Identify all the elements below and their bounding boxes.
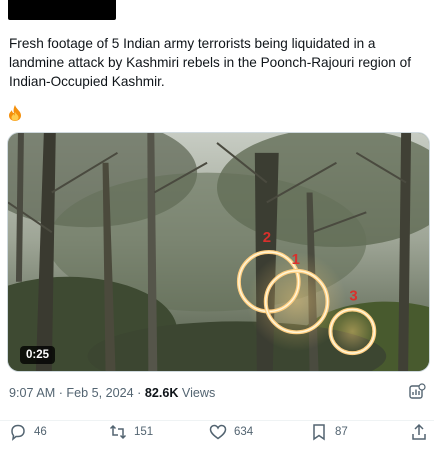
annotation-label: 1 bbox=[292, 252, 300, 268]
reply-button[interactable]: 46 bbox=[9, 423, 47, 441]
timestamp[interactable]: 9:07 AM · Feb 5, 2024 · bbox=[9, 386, 145, 400]
views-count: 82.6K bbox=[144, 386, 179, 400]
redacted-header bbox=[8, 0, 116, 20]
bookmark-icon bbox=[313, 424, 325, 441]
fire-emoji-icon bbox=[9, 105, 21, 121]
annotation-label: 3 bbox=[349, 289, 357, 305]
reply-count: 46 bbox=[34, 426, 47, 438]
like-button[interactable]: 634 bbox=[209, 423, 253, 441]
reply-icon bbox=[11, 424, 25, 441]
video-duration-badge: 0:25 bbox=[20, 346, 56, 364]
analytics-icon[interactable] bbox=[408, 383, 426, 401]
views-label: Views bbox=[178, 386, 216, 400]
video-player[interactable]: 2 1 3 0:25 bbox=[7, 132, 430, 372]
repost-icon bbox=[109, 424, 127, 440]
heart-icon bbox=[209, 424, 227, 440]
repost-count: 151 bbox=[134, 426, 154, 438]
like-count: 634 bbox=[234, 426, 254, 438]
share-icon bbox=[412, 423, 426, 440]
action-bar: 46 151 634 87 bbox=[0, 420, 434, 442]
post-meta: 9:07 AM · Feb 5, 2024 · 82.6K Views bbox=[9, 386, 215, 400]
repost-button[interactable]: 151 bbox=[109, 423, 153, 441]
video-frame: 2 1 3 bbox=[8, 133, 429, 371]
annotation-label: 2 bbox=[263, 230, 271, 246]
share-button[interactable] bbox=[410, 423, 428, 441]
bookmark-count: 87 bbox=[335, 426, 348, 438]
bookmark-button[interactable]: 87 bbox=[310, 423, 348, 441]
post-text: Fresh footage of 5 Indian army terrorist… bbox=[9, 36, 411, 89]
